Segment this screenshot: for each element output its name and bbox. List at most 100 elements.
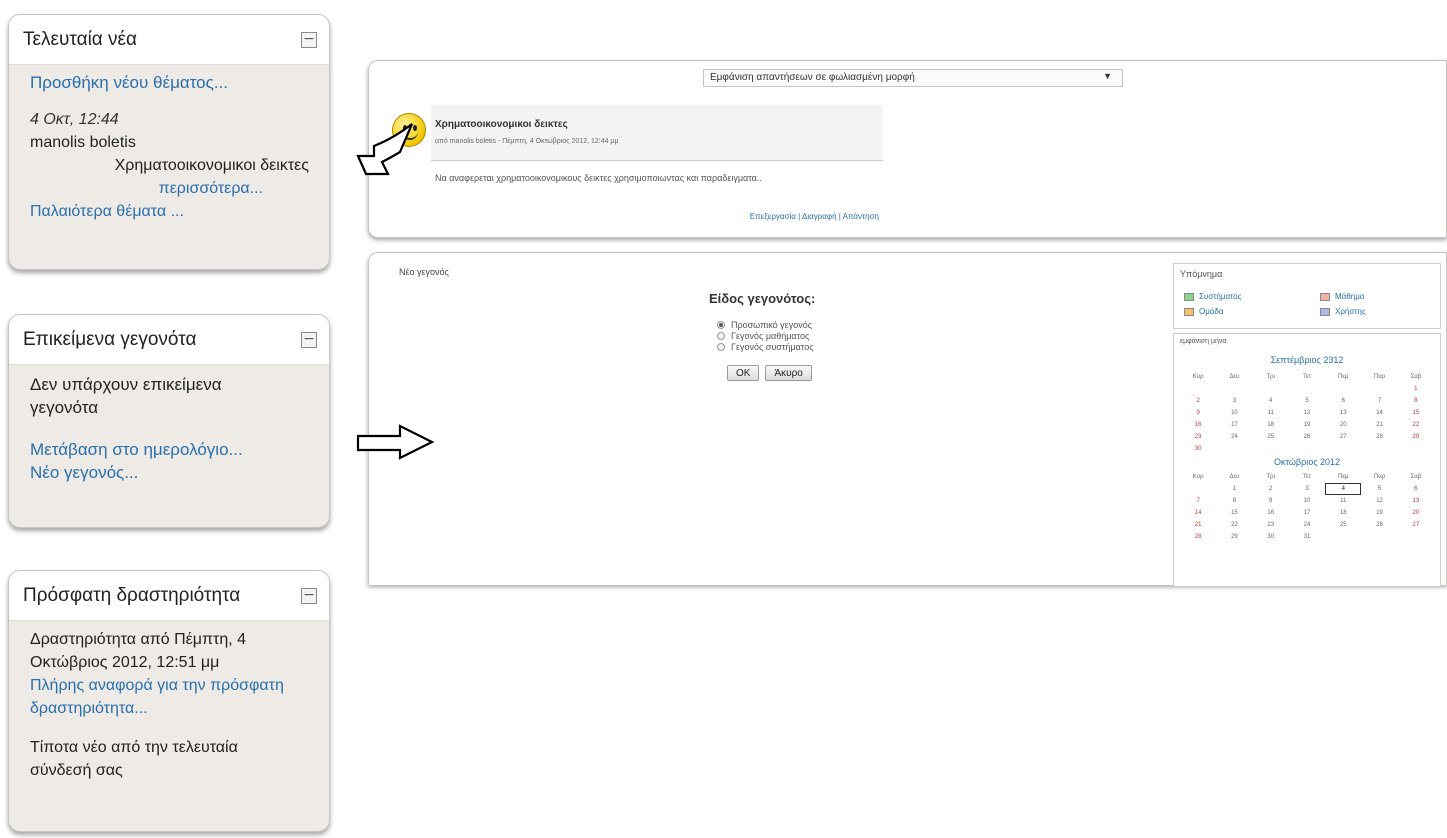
calendar-day[interactable]: 9	[1253, 495, 1289, 507]
calendar-day[interactable]: 3	[1289, 483, 1325, 495]
calendar-day[interactable]: 16	[1253, 507, 1289, 519]
collapse-icon[interactable]: −	[301, 587, 317, 604]
calendar-day[interactable]: 27	[1398, 519, 1434, 531]
calendar-day[interactable]: 12	[1361, 495, 1397, 507]
calendar-day[interactable]: 28	[1180, 531, 1216, 543]
calendar-day[interactable]: 20	[1325, 419, 1361, 431]
calendar-month-title[interactable]: Οκτώβριος 2012	[1180, 457, 1434, 467]
calendar-day[interactable]: 22	[1398, 419, 1434, 431]
calendar-day[interactable]: 19	[1361, 507, 1397, 519]
calendar-day[interactable]: 1	[1216, 483, 1252, 495]
calendar-day[interactable]: 17	[1216, 419, 1252, 431]
calendar-day[interactable]: 6	[1398, 483, 1434, 495]
calendar-day[interactable]: 24	[1289, 519, 1325, 531]
calendar-day[interactable]: 3	[1216, 395, 1252, 407]
calendar-day[interactable]: 7	[1361, 395, 1397, 407]
calendar-day[interactable]: 18	[1325, 507, 1361, 519]
calendar-day[interactable]: 25	[1253, 431, 1289, 443]
calendar-day[interactable]: 23	[1253, 519, 1289, 531]
collapse-icon[interactable]: −	[301, 31, 317, 48]
calendar-day[interactable]: 27	[1325, 431, 1361, 443]
calendar-day[interactable]: 14	[1180, 507, 1216, 519]
calendar-day[interactable]: 19	[1289, 419, 1325, 431]
post-actions: Επεξεργασία | Διαγραφή | Απάντηση	[749, 212, 879, 221]
legend-swatch	[1184, 292, 1194, 301]
calendar-day[interactable]: 10	[1289, 495, 1325, 507]
weekday-header: Κυρ	[1192, 474, 1204, 480]
calendar-day[interactable]: 11	[1253, 407, 1289, 419]
calendar-day[interactable]: 13	[1398, 495, 1434, 507]
more-link[interactable]: περισσότερα...	[159, 180, 263, 197]
calendar-day[interactable]: 30	[1180, 443, 1216, 455]
radio-button[interactable]	[717, 331, 725, 340]
display-mode-select[interactable]: Εμφάνιση απαντήσεων σε φωλιασμένη μορφή …	[703, 69, 1123, 87]
radio-button[interactable]	[717, 320, 725, 329]
radio-site[interactable]: Γεγονός συστήματος	[717, 341, 814, 352]
radio-personal[interactable]: Προσωπικό γεγονός	[717, 319, 814, 330]
edit-link[interactable]: Επεξεργασία	[750, 212, 796, 221]
legend-group[interactable]: Ομάδα	[1184, 307, 1224, 316]
calendar-day[interactable]: 25	[1325, 519, 1361, 531]
event-type-options: Προσωπικό γεγονός Γεγονός μαθήματος Γεγο…	[717, 319, 814, 352]
calendar-day[interactable]: 29	[1216, 531, 1252, 543]
radio-course[interactable]: Γεγονός μαθήματος	[717, 330, 814, 341]
reply-link[interactable]: Απάντηση	[843, 212, 879, 221]
legend-course[interactable]: Μάθημα	[1320, 292, 1364, 301]
calendar-day[interactable]: 26	[1361, 519, 1397, 531]
calendar-day[interactable]: 1	[1398, 383, 1434, 395]
calendar-day[interactable]: 7	[1180, 495, 1216, 507]
calendar-day[interactable]: 16	[1180, 419, 1216, 431]
calendar-day[interactable]: 11	[1325, 495, 1361, 507]
calendar-day[interactable]: 31	[1289, 531, 1325, 543]
calendar-day[interactable]: 20	[1398, 507, 1434, 519]
older-topics-link[interactable]: Παλαιότερα θέματα ...	[30, 203, 184, 220]
calendar-day[interactable]: 28	[1361, 431, 1397, 443]
calendar-day[interactable]: 30	[1253, 531, 1289, 543]
weekday-header: Τετ	[1302, 374, 1312, 380]
calendar-day[interactable]: 8	[1216, 495, 1252, 507]
calendar-day[interactable]: 5	[1361, 483, 1397, 495]
calendar-day[interactable]: 21	[1180, 519, 1216, 531]
calendar-day[interactable]: 4	[1253, 395, 1289, 407]
delete-link[interactable]: Διαγραφή	[802, 212, 837, 221]
ok-button[interactable]: OK	[727, 365, 760, 381]
calendar-day[interactable]: 29	[1398, 431, 1434, 443]
nothing-new-text: Τίποτα νέο από την τελευταία σύνδεσή σας	[30, 739, 238, 779]
calendar-day[interactable]: 14	[1361, 407, 1397, 419]
calendar-day[interactable]: 9	[1180, 407, 1216, 419]
calendar-day[interactable]: 13	[1325, 407, 1361, 419]
calendar-day[interactable]: 6	[1325, 395, 1361, 407]
calendar-day	[1325, 443, 1361, 455]
calendar-day[interactable]: 17	[1289, 507, 1325, 519]
calendar-day[interactable]: 26	[1289, 431, 1325, 443]
calendar-day[interactable]: 18	[1253, 419, 1289, 431]
cancel-button[interactable]: Άκυρο	[765, 365, 812, 381]
legend-user[interactable]: Χρήστης	[1320, 307, 1366, 316]
calendar-day[interactable]: 23	[1180, 431, 1216, 443]
calendar-day	[1325, 383, 1361, 395]
calendar-day[interactable]: 24	[1216, 431, 1252, 443]
collapse-icon[interactable]: −	[301, 331, 317, 348]
latest-news-block: Τελευταία νέα − Προσθήκη νέου θέματος...…	[8, 14, 330, 270]
calendar-day[interactable]: 15	[1216, 507, 1252, 519]
calendar-day[interactable]: 8	[1398, 395, 1434, 407]
calendar-month-title[interactable]: Σεπτέμβριος 2312	[1180, 355, 1434, 365]
calendar-day[interactable]: 10	[1216, 407, 1252, 419]
post-title: Χρηματοοικονομικοι δεικτες	[435, 119, 568, 130]
calendar-day[interactable]: 21	[1361, 419, 1397, 431]
new-event-link[interactable]: Νέο γεγονός...	[30, 463, 138, 482]
add-topic-link[interactable]: Προσθήκη νέου θέματος...	[30, 73, 228, 92]
full-report-link[interactable]: Πλήρης αναφορά για την πρόσφατη δραστηρι…	[30, 677, 284, 717]
radio-button[interactable]	[717, 342, 725, 351]
legend-site[interactable]: Συστήματος	[1184, 292, 1241, 301]
goto-calendar-link[interactable]: Μετάβαση στο ημερολόγιο...	[30, 440, 243, 459]
calendar-day[interactable]: 2	[1180, 395, 1216, 407]
calendar-day[interactable]: 4	[1325, 483, 1362, 495]
calendar-day[interactable]: 2	[1253, 483, 1289, 495]
calendar-day[interactable]: 5	[1289, 395, 1325, 407]
calendar-day	[1289, 383, 1325, 395]
calendar-day[interactable]: 22	[1216, 519, 1252, 531]
calendar-day[interactable]: 12	[1289, 407, 1325, 419]
calendar-day[interactable]: 15	[1398, 407, 1434, 419]
calendar-day	[1253, 383, 1289, 395]
